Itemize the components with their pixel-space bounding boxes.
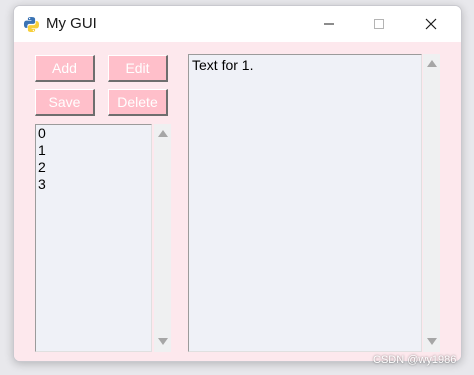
- maximize-button[interactable]: [356, 6, 402, 42]
- scroll-down-arrow-icon[interactable]: [427, 338, 437, 345]
- python-icon: [23, 16, 40, 33]
- maximize-icon: [374, 19, 384, 29]
- title-bar[interactable]: My GUI: [14, 6, 461, 42]
- edit-button[interactable]: Edit: [108, 55, 168, 82]
- list-item[interactable]: 0: [36, 125, 151, 142]
- listbox-scrollbar[interactable]: [154, 124, 171, 352]
- delete-button[interactable]: Delete: [108, 89, 168, 116]
- watermark: CSDN @wy1986: [373, 354, 457, 366]
- add-button[interactable]: Add: [35, 55, 95, 82]
- text-editor-scrollbar[interactable]: [423, 54, 440, 352]
- close-button[interactable]: [408, 6, 454, 42]
- list-item[interactable]: 2: [36, 159, 151, 176]
- list-item[interactable]: 1: [36, 142, 151, 159]
- text-editor[interactable]: Text for 1.: [188, 54, 422, 352]
- item-listbox[interactable]: 0 1 2 3: [35, 124, 152, 352]
- scroll-up-arrow-icon[interactable]: [158, 130, 168, 137]
- scroll-down-arrow-icon[interactable]: [158, 338, 168, 345]
- minimize-button[interactable]: [306, 6, 352, 42]
- scroll-up-arrow-icon[interactable]: [427, 60, 437, 67]
- list-item[interactable]: 3: [36, 176, 151, 193]
- minimize-icon: [324, 23, 334, 25]
- window-client-area: Add Edit Save Delete 0 1 2 3 Text for 1.: [14, 42, 461, 361]
- save-button[interactable]: Save: [35, 89, 95, 116]
- window-title: My GUI: [46, 15, 97, 32]
- app-window: My GUI Add Edit Save Delete 0 1 2 3 Text…: [13, 5, 462, 362]
- close-icon: [425, 18, 437, 30]
